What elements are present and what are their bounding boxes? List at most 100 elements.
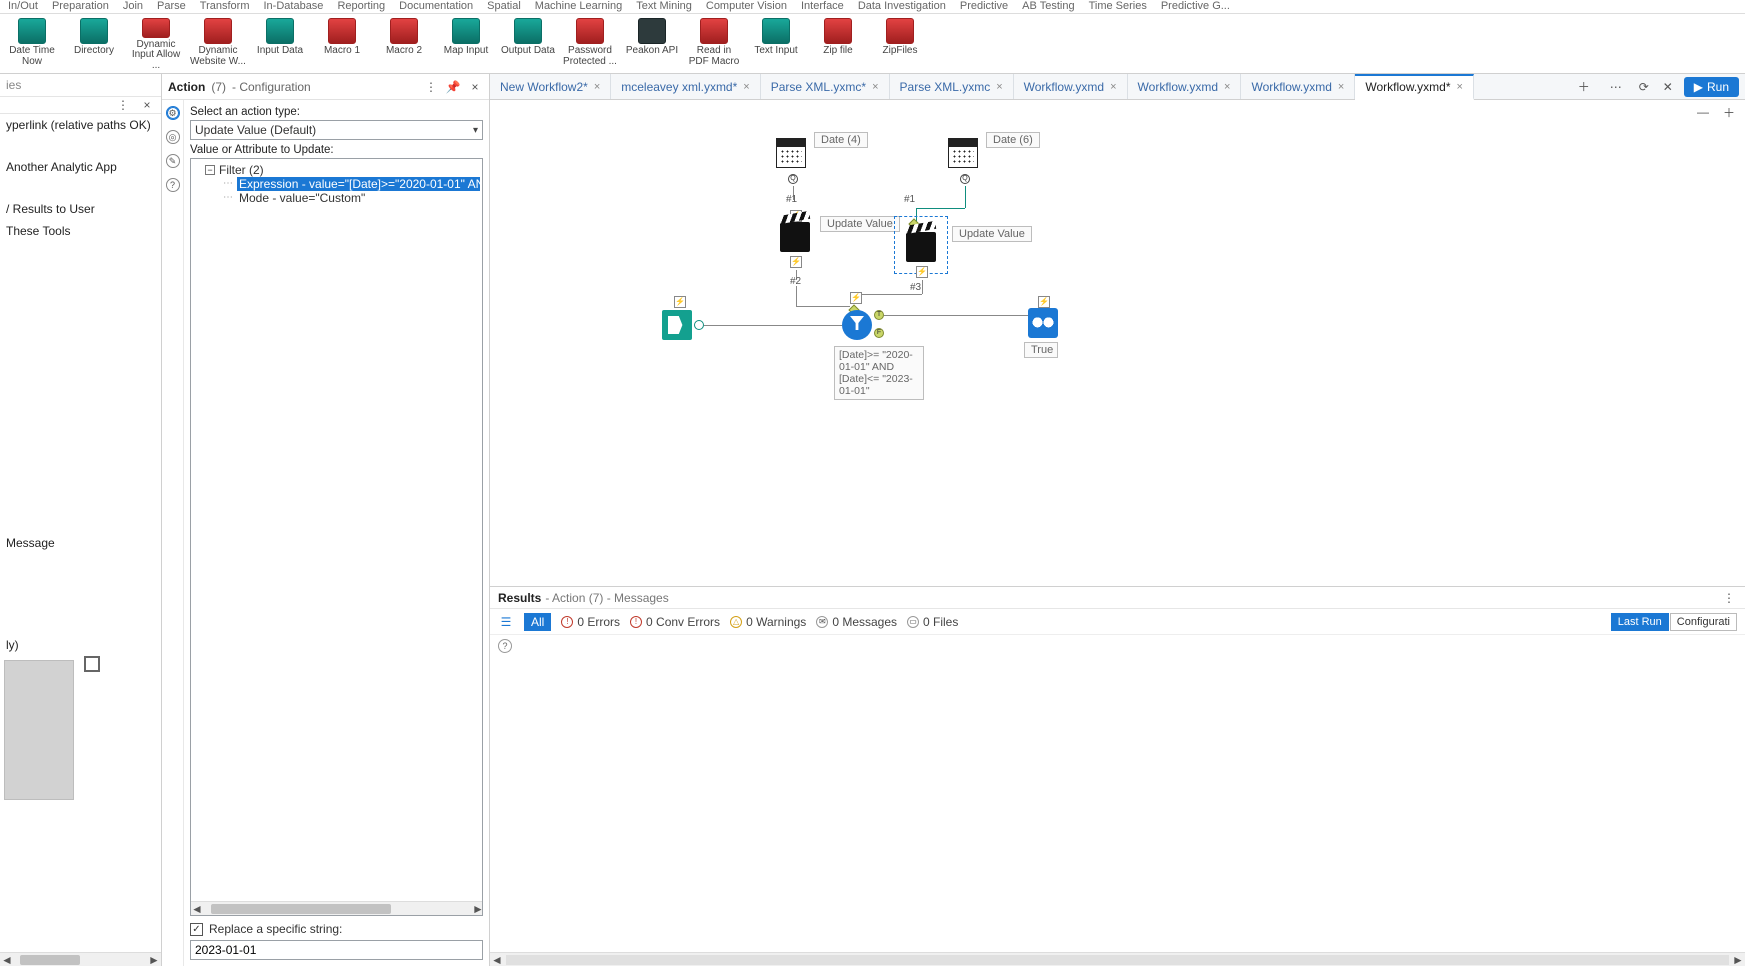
results-title: Results — [498, 591, 541, 605]
config-close-icon[interactable]: × — [467, 79, 483, 95]
run-button[interactable]: ▶ Run — [1684, 77, 1739, 97]
new-tab-button[interactable]: ＋ — [1572, 78, 1596, 95]
action-tool-4[interactable] — [780, 222, 810, 252]
tool-date-time-now[interactable]: Date Time Now — [4, 16, 60, 71]
replace-string-checkbox[interactable]: ✓ — [190, 923, 203, 936]
date-6-output[interactable]: Q — [960, 174, 970, 184]
configuration-chip[interactable]: Configurati — [1670, 613, 1737, 631]
date-6-label: Date (6) — [986, 132, 1040, 148]
filter-all[interactable]: All — [524, 613, 551, 631]
date-tool-6[interactable] — [948, 138, 978, 168]
tree-collapse-icon[interactable]: − — [205, 165, 215, 175]
action-4-output[interactable]: ⚡ — [790, 256, 802, 268]
tree-node-mode[interactable]: Mode - value="Custom" — [237, 191, 367, 205]
filter-messages[interactable]: ✉0 Messages — [816, 615, 897, 629]
tool-map-input[interactable]: Map Input — [438, 16, 494, 71]
filter-false-anchor[interactable]: F — [874, 328, 884, 338]
config-tab-settings[interactable]: ⚙ — [166, 106, 180, 120]
conn-3: #3 — [910, 282, 921, 293]
filter-files[interactable]: ▭0 Files — [907, 615, 958, 629]
tab-close-icon[interactable]: × — [743, 81, 749, 93]
tab-workflow-yxmd[interactable]: Workflow.yxmd× — [1241, 74, 1355, 99]
tree-scrollbar[interactable]: ◄ ► — [191, 901, 482, 915]
tab-close-icon[interactable]: × — [594, 81, 600, 93]
pin-icon[interactable]: 📌 — [445, 79, 461, 95]
config-menu-icon[interactable]: ⋮ — [423, 79, 439, 95]
ribbon-category-strip: In/Out Preparation Join Parse Transform … — [0, 0, 1745, 14]
hyperlink-label: yperlink (relative paths OK) — [0, 114, 161, 136]
tool-dynamic-website-w-[interactable]: Dynamic Website W... — [190, 16, 246, 71]
tool-directory[interactable]: Directory — [66, 16, 122, 71]
canvas-add-icon[interactable]: ＋ — [1721, 104, 1737, 120]
tab-close-icon[interactable]: × — [872, 81, 878, 93]
action-tool-7[interactable] — [906, 232, 936, 262]
workflow-canvas[interactable]: — ＋ Date (4) Q #1 ⚡ Update Value ⚡ #2 Da… — [490, 100, 1745, 586]
config-tab-help[interactable]: ? — [166, 178, 180, 192]
tool-icon — [452, 18, 480, 44]
input-data-tool[interactable] — [662, 310, 692, 340]
input-output-anchor[interactable] — [694, 320, 704, 330]
tool-icon — [638, 18, 666, 44]
tab-workflow-yxmd[interactable]: Workflow.yxmd× — [1014, 74, 1128, 99]
results-help-icon[interactable]: ? — [498, 639, 512, 653]
filter-warnings[interactable]: △0 Warnings — [730, 615, 806, 629]
action-7-output[interactable]: ⚡ — [916, 266, 928, 278]
tab-workflow-yxmd[interactable]: Workflow.yxmd× — [1128, 74, 1242, 99]
last-run-chip[interactable]: Last Run — [1611, 613, 1669, 631]
filter-errors[interactable]: !0 Errors — [561, 615, 620, 629]
canvas-minimize-icon[interactable]: — — [1695, 104, 1711, 120]
tab-workflow-yxmd-[interactable]: Workflow.yxmd*× — [1355, 74, 1474, 100]
tab-close-icon[interactable]: × — [996, 81, 1002, 93]
tab-close-icon[interactable]: × — [1110, 81, 1116, 93]
tab-mceleavey-xml-yxmd-[interactable]: mceleavey xml.yxmd*× — [611, 74, 760, 99]
panel-close-icon[interactable]: × — [139, 97, 155, 113]
tool-zip-file[interactable]: Zip file — [810, 16, 866, 71]
panel-menu-icon[interactable]: ⋮ — [115, 97, 131, 113]
config-tool-name: Action — [168, 80, 205, 94]
input-tool-badge[interactable]: ⚡ — [674, 296, 686, 308]
results-menu-icon[interactable]: ⋮ — [1721, 590, 1737, 606]
config-tab-anchor[interactable]: ◎ — [166, 130, 180, 144]
tool-output-data[interactable]: Output Data — [500, 16, 556, 71]
tree-root[interactable]: Filter (2) — [217, 163, 266, 177]
square-icon[interactable] — [84, 656, 100, 672]
filter-tool[interactable] — [842, 310, 872, 340]
refresh-icon[interactable]: ⟳ — [1636, 79, 1652, 95]
results-list-icon[interactable]: ☰ — [498, 614, 514, 630]
tool-text-input[interactable]: Text Input — [748, 16, 804, 71]
browse-tool[interactable] — [1028, 308, 1058, 338]
xml-tree[interactable]: − Filter (2) ⋯ Expression - value="[Date… — [190, 158, 483, 916]
config-tab-annotation[interactable]: ✎ — [166, 154, 180, 168]
tab-parse-xml-yxmc-[interactable]: Parse XML.yxmc*× — [761, 74, 890, 99]
tool-dynamic-input-allow-[interactable]: Dynamic Input Allow ... — [128, 16, 184, 71]
tab-overflow-button[interactable]: ⋯ — [1604, 80, 1628, 94]
tab-close-icon[interactable]: × — [1338, 81, 1344, 93]
tab-parse-xml-yxmc[interactable]: Parse XML.yxmc× — [890, 74, 1014, 99]
filter-badge[interactable]: ⚡ — [850, 292, 862, 304]
date-4-output[interactable]: Q — [788, 174, 798, 184]
tool-password-protected-[interactable]: Password Protected ... — [562, 16, 618, 71]
conn-1b: #1 — [904, 194, 915, 205]
stop-icon[interactable]: ✕ — [1660, 79, 1676, 95]
action-type-select[interactable]: Update Value (Default)▾ — [190, 120, 483, 140]
replace-string-input[interactable] — [190, 940, 483, 960]
tree-node-expression[interactable]: Expression - value="[Date]>="2020-01-01"… — [237, 177, 480, 191]
update-value-4-label: Update Value — [820, 216, 900, 232]
tool-input-data[interactable]: Input Data — [252, 16, 308, 71]
tool-macro-2[interactable]: Macro 2 — [376, 16, 432, 71]
left-scrollbar[interactable]: ◄► — [0, 952, 161, 966]
tool-zipfiles[interactable]: ZipFiles — [872, 16, 928, 71]
tool-read-in-pdf-macro[interactable]: Read in PDF Macro — [686, 16, 742, 71]
browse-badge[interactable]: ⚡ — [1038, 296, 1050, 308]
tool-peakon-api[interactable]: Peakon API — [624, 16, 680, 71]
tool-macro-1[interactable]: Macro 1 — [314, 16, 370, 71]
filter-conv-errors[interactable]: !0 Conv Errors — [630, 615, 720, 629]
date-tool-4[interactable] — [776, 138, 806, 168]
tab-new-workflow2-[interactable]: New Workflow2*× — [490, 74, 611, 99]
tab-close-icon[interactable]: × — [1224, 81, 1230, 93]
tab-close-icon[interactable]: × — [1457, 81, 1463, 93]
conn-1a: #1 — [786, 194, 797, 205]
tool-icon — [886, 18, 914, 44]
filter-true-anchor[interactable]: T — [874, 310, 884, 320]
results-scrollbar[interactable]: ◄► — [490, 952, 1745, 966]
